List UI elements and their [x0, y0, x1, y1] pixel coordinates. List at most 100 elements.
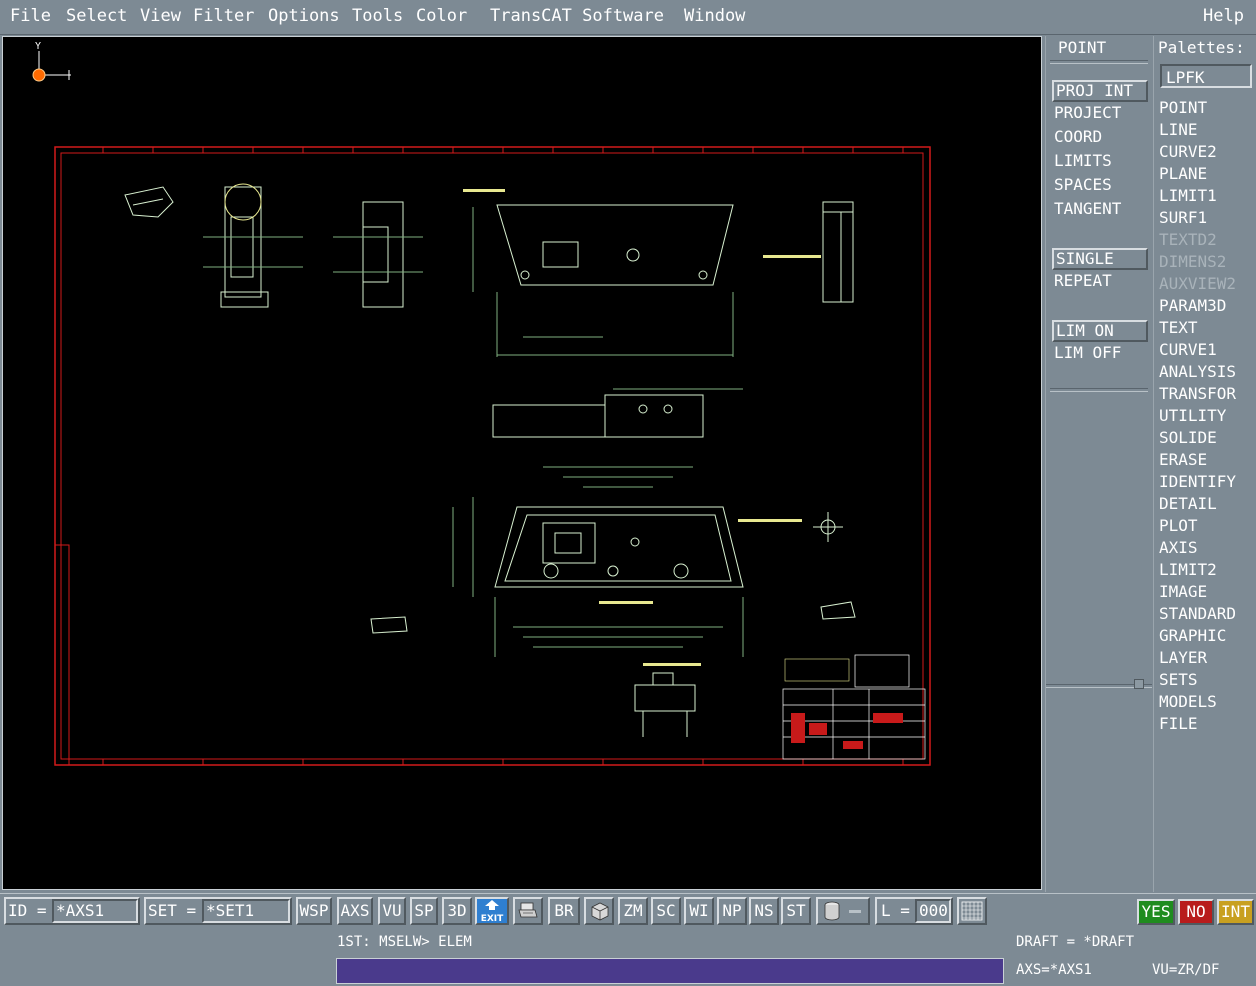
option-lim-off[interactable]: LIM OFF	[1054, 342, 1121, 364]
palette-item-point[interactable]: POINT	[1159, 97, 1207, 119]
grid-button[interactable]	[957, 897, 987, 925]
prompt-text: 1ST: MSELW> ELEM	[337, 934, 472, 950]
l-group: L = 000	[875, 897, 953, 925]
vu-button[interactable]: VU	[378, 897, 406, 925]
ns-button[interactable]: NS	[749, 897, 779, 925]
palette-selector[interactable]: LPFK	[1160, 64, 1252, 88]
palette-item-param3d[interactable]: PARAM3D	[1159, 295, 1226, 317]
option-proj-int[interactable]: PROJ INT	[1052, 80, 1148, 102]
menu-select[interactable]: Select	[66, 6, 127, 26]
set-group: SET = *SET1	[144, 897, 292, 925]
menu-help[interactable]: Help	[1203, 6, 1244, 26]
option-repeat[interactable]: REPEAT	[1054, 270, 1112, 292]
print-button[interactable]	[513, 897, 543, 925]
menu-tools[interactable]: Tools	[352, 6, 403, 26]
drawing-canvas[interactable]: Y	[2, 36, 1042, 890]
palette-item-surf1[interactable]: SURF1	[1159, 207, 1207, 229]
vu-status: VU=ZR/DF	[1152, 962, 1220, 978]
option-project[interactable]: PROJECT	[1054, 102, 1121, 124]
palette-item-utility[interactable]: UTILITY	[1159, 405, 1226, 427]
sc-button[interactable]: SC	[651, 897, 681, 925]
palette-item-erase[interactable]: ERASE	[1159, 449, 1207, 471]
palette-item-solide[interactable]: SOLIDE	[1159, 427, 1217, 449]
3d-button[interactable]: 3D	[442, 897, 472, 925]
axs-button[interactable]: AXS	[337, 897, 373, 925]
drawing-views	[124, 183, 856, 737]
palette-item-text[interactable]: TEXT	[1159, 317, 1198, 339]
id-group: ID = *AXS1	[4, 897, 140, 925]
menu-bar: File Select View Filter Options Tools Co…	[0, 0, 1256, 35]
palette-item-graphic[interactable]: GRAPHIC	[1159, 625, 1226, 647]
palette-item-dimens2: DIMENS2	[1159, 252, 1227, 271]
palette-item-image[interactable]: IMAGE	[1159, 581, 1207, 603]
exit-arrow-icon	[485, 900, 499, 910]
option-panel-title: POINT	[1058, 38, 1107, 57]
menu-transcat-software[interactable]: TransCAT Software	[490, 6, 664, 26]
menu-color[interactable]: Color	[416, 6, 467, 26]
st-button[interactable]: ST	[781, 897, 811, 925]
model-view-button[interactable]	[584, 897, 614, 925]
zm-button[interactable]: ZM	[618, 897, 648, 925]
palette-item-curve2[interactable]: CURVE2	[1159, 141, 1217, 163]
status-area: 1ST: MSELW> ELEM DRAFT = *DRAFT AXS=*AXS…	[0, 930, 1256, 986]
splitter-handle[interactable]	[1134, 679, 1144, 689]
palette-item-line[interactable]: LINE	[1159, 119, 1198, 141]
np-button[interactable]: NP	[717, 897, 747, 925]
palette-item-standard[interactable]: STANDARD	[1159, 603, 1236, 625]
printer-icon	[518, 902, 538, 918]
palette-item-file[interactable]: FILE	[1159, 713, 1198, 735]
set-label: SET =	[148, 901, 197, 920]
palette-item-limit1[interactable]: LIMIT1	[1159, 185, 1217, 207]
palette-title: Palettes:	[1158, 38, 1245, 57]
option-spaces[interactable]: SPACES	[1054, 174, 1112, 196]
menu-file[interactable]: File	[10, 6, 51, 26]
menu-filter[interactable]: Filter	[193, 6, 254, 26]
grid-icon	[961, 901, 983, 921]
palette-item-plot[interactable]: PLOT	[1159, 515, 1198, 537]
wsp-button[interactable]: WSP	[296, 897, 332, 925]
divider	[1050, 60, 1148, 64]
menu-view[interactable]: View	[140, 6, 181, 26]
palette-item-textd2: TEXTD2	[1159, 230, 1217, 249]
palette-item-transfor[interactable]: TRANSFOR	[1159, 383, 1236, 405]
l-field[interactable]: 000	[915, 899, 951, 923]
option-coord[interactable]: COORD	[1054, 126, 1102, 148]
palette-item-models[interactable]: MODELS	[1159, 691, 1217, 713]
menu-window[interactable]: Window	[684, 6, 745, 26]
palette-item-layer[interactable]: LAYER	[1159, 647, 1207, 669]
palette-item-detail[interactable]: DETAIL	[1159, 493, 1217, 515]
option-limits[interactable]: LIMITS	[1054, 150, 1112, 172]
title-block	[782, 654, 926, 760]
drawing-sheet: Y	[32, 41, 931, 766]
palette-item-identify[interactable]: IDENTIFY	[1159, 471, 1236, 493]
cylinder-group	[816, 897, 870, 925]
command-input[interactable]	[336, 958, 1004, 984]
option-single[interactable]: SINGLE	[1052, 248, 1148, 270]
draft-status: DRAFT = *DRAFT	[1016, 934, 1135, 950]
int-button[interactable]: INT	[1217, 899, 1254, 925]
id-field[interactable]: *AXS1	[52, 899, 138, 923]
no-button[interactable]: NO	[1178, 899, 1214, 925]
bottom-toolbar: ID = *AXS1 SET = *SET1 WSP AXS VU SP 3D …	[0, 893, 1256, 930]
option-tangent[interactable]: TANGENT	[1054, 198, 1121, 220]
sp-button[interactable]: SP	[410, 897, 438, 925]
exit-label: EXIT	[480, 914, 504, 924]
set-field[interactable]: *SET1	[202, 899, 290, 923]
option-lim-on[interactable]: LIM ON	[1052, 320, 1148, 342]
palette-item-curve1[interactable]: CURVE1	[1159, 339, 1217, 361]
yes-button[interactable]: YES	[1137, 899, 1175, 925]
palette-item-analysis[interactable]: ANALYSIS	[1159, 361, 1236, 383]
palette-item-limit2[interactable]: LIMIT2	[1159, 559, 1217, 581]
cylinder-icon	[824, 901, 861, 921]
palette-item-axis[interactable]: AXIS	[1159, 537, 1198, 559]
svg-text:Y: Y	[35, 41, 41, 52]
wi-button[interactable]: WI	[684, 897, 714, 925]
palette-item-sets[interactable]: SETS	[1159, 669, 1198, 691]
br-button[interactable]: BR	[548, 897, 580, 925]
exit-button[interactable]: EXIT	[475, 897, 509, 925]
palette-item-plane[interactable]: PLANE	[1159, 163, 1207, 185]
axs-status: AXS=*AXS1	[1016, 962, 1092, 978]
sheet-frame	[54, 146, 931, 766]
menu-options[interactable]: Options	[268, 6, 340, 26]
divider	[1050, 388, 1148, 392]
